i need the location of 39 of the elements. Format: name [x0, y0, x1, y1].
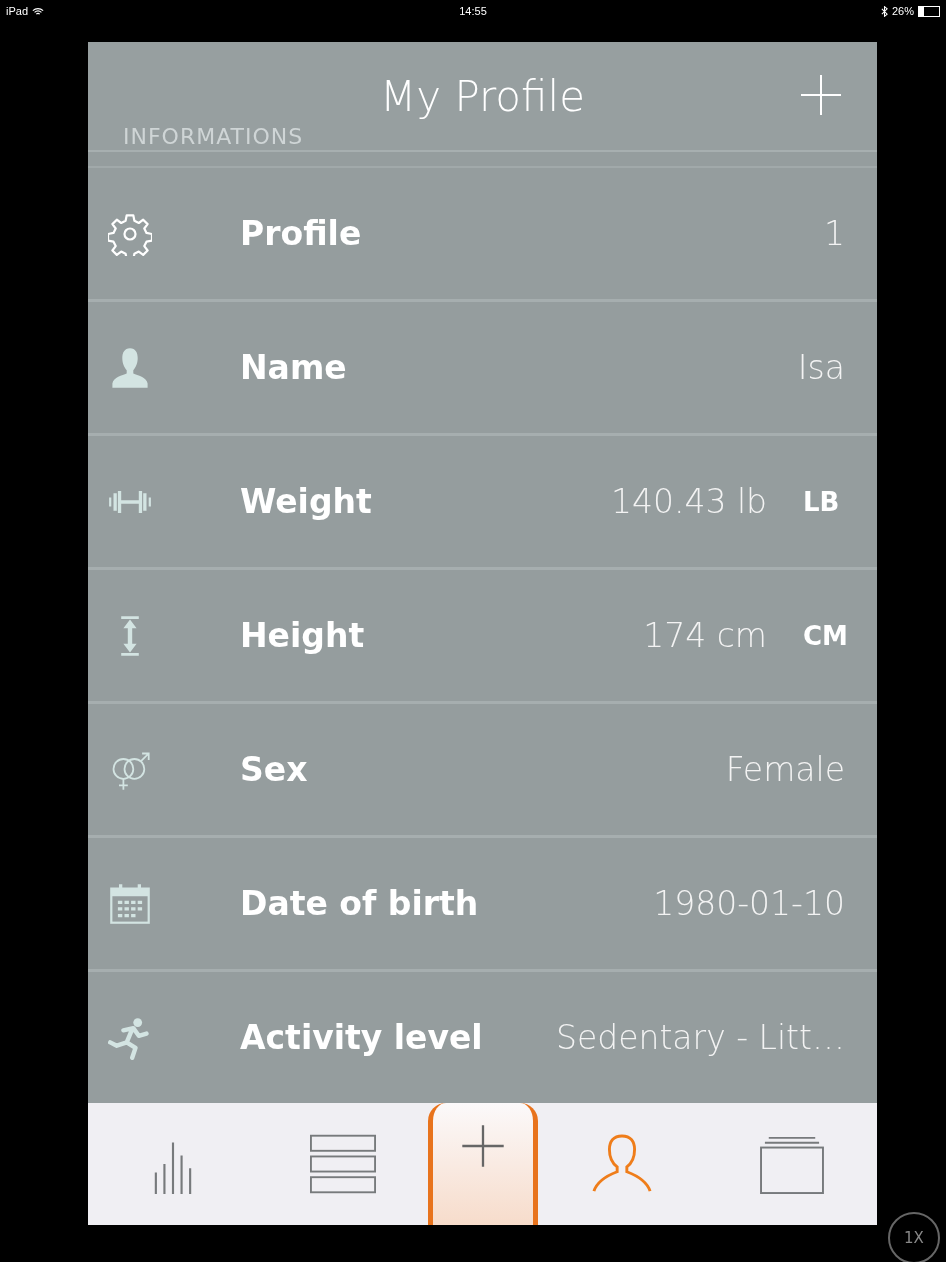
row-label: Profile — [240, 214, 362, 253]
row-value: 1980-01-10 — [653, 884, 845, 923]
row-value: Isa — [797, 348, 845, 387]
carrier-label: iPad — [6, 5, 29, 17]
unit-toggle[interactable]: LB — [803, 486, 845, 517]
list-icon — [309, 1134, 376, 1194]
row-value: 140.43 lb — [610, 482, 767, 521]
list-row[interactable]: Sex Female — [88, 704, 877, 838]
row-label: Name — [240, 348, 347, 387]
calendar-icon — [108, 881, 152, 926]
gear-icon — [108, 211, 152, 256]
row-label: Height — [240, 616, 365, 655]
stack-icon — [759, 1134, 826, 1194]
wifi-icon — [32, 6, 45, 16]
add-icon[interactable] — [801, 75, 841, 115]
bluetooth-icon — [880, 5, 888, 17]
section-heading: INFORMATIONS — [123, 123, 304, 149]
row-label: Activity level — [240, 1018, 483, 1057]
list-row[interactable]: Name Isa — [88, 302, 877, 436]
page-title: My Profile — [379, 71, 585, 121]
row-value: Sedentary - Litt… — [556, 1018, 845, 1057]
row-value: Female — [725, 750, 845, 789]
add-button[interactable] — [427, 1103, 538, 1225]
battery-icon — [918, 5, 940, 17]
list-row[interactable]: Height 174 cm CM — [88, 570, 877, 704]
list-row[interactable]: Weight 140.43 lb LB — [88, 436, 877, 570]
row-label: Date of birth — [240, 884, 479, 923]
runner-icon — [108, 1015, 152, 1060]
list-row[interactable]: Profile 1 — [88, 168, 877, 302]
unit-toggle[interactable]: CM — [803, 620, 845, 651]
row-label: Sex — [240, 750, 308, 789]
list-row[interactable]: Date of birth 1980-01-10 — [88, 838, 877, 972]
row-value: 174 cm — [643, 616, 767, 655]
row-value: 1 — [824, 214, 845, 253]
plus-icon — [459, 1123, 506, 1169]
row-label: Weight — [240, 482, 372, 521]
battery-percent: 26% — [891, 5, 914, 17]
clock-label: 14:55 — [459, 5, 487, 17]
zoom-button[interactable]: 1X — [888, 1212, 940, 1262]
